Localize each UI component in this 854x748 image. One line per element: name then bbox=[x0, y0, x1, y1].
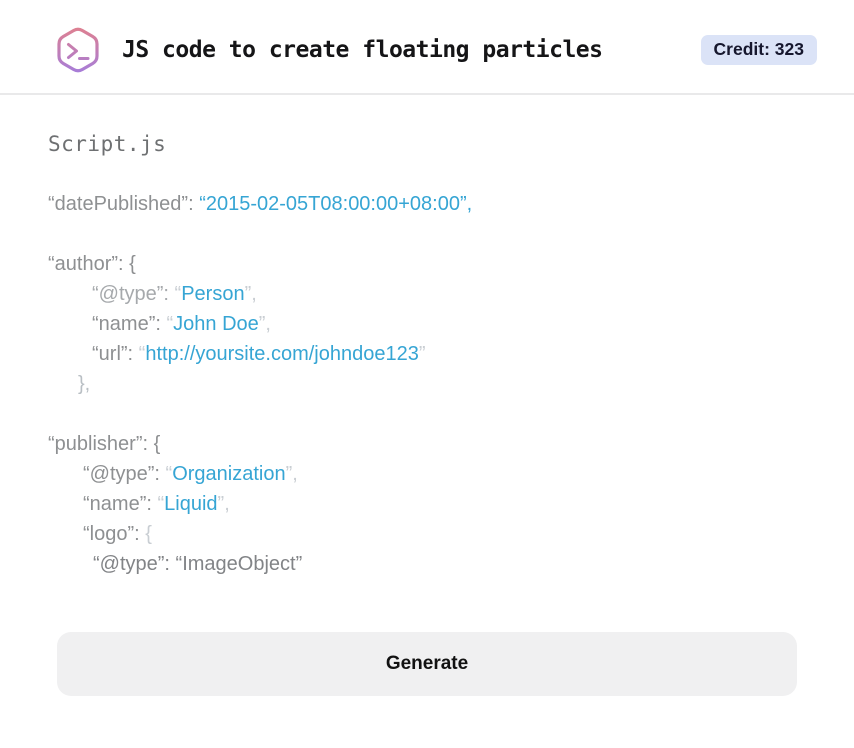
page-title: JS code to create floating particles bbox=[122, 36, 603, 63]
code-token: Person bbox=[181, 283, 245, 305]
code-token: ”, bbox=[244, 283, 257, 305]
code-line: “logo”: { bbox=[48, 519, 806, 549]
code-line: “name”: “Liquid”, bbox=[48, 489, 806, 519]
button-row: Generate bbox=[48, 579, 806, 696]
code-line: “url”: “http://yoursite.com/johndoe123” bbox=[48, 339, 806, 369]
code-token: John Doe bbox=[173, 313, 259, 335]
code-block: “datePublished”: “2015-02-05T08:00:00+08… bbox=[48, 189, 806, 579]
code-token: “author”: { bbox=[48, 253, 136, 275]
code-line: “datePublished”: “2015-02-05T08:00:00+08… bbox=[48, 189, 806, 219]
code-line: “author”: { bbox=[48, 249, 806, 279]
code-token: “name”: bbox=[92, 313, 167, 335]
script-filename: Script.js bbox=[48, 132, 167, 156]
code-token: ”, bbox=[285, 463, 298, 485]
code-token: “url”: bbox=[92, 343, 139, 365]
terminal-prompt-hexagon-icon bbox=[52, 24, 104, 76]
code-token: }, bbox=[78, 373, 91, 395]
code-token: “@type”: bbox=[92, 283, 175, 305]
code-token: “datePublished”: bbox=[48, 193, 200, 215]
code-token: ”, bbox=[217, 493, 230, 515]
code-token: “name”: bbox=[83, 493, 158, 515]
code-line: “@type”: “Organization”, bbox=[48, 459, 806, 489]
code-line: “@type”: “ImageObject” bbox=[48, 549, 806, 579]
code-token: “@type”: bbox=[83, 463, 166, 485]
code-token: “publisher”: { bbox=[48, 433, 161, 455]
code-line: }, bbox=[48, 369, 806, 399]
header: JS code to create floating particles Cre… bbox=[0, 0, 854, 95]
code-line: “name”: “John Doe”, bbox=[48, 309, 806, 339]
code-token: { bbox=[145, 523, 152, 545]
code-token: “@type”: “ImageObject” bbox=[93, 553, 303, 575]
generate-button[interactable]: Generate bbox=[57, 632, 797, 696]
code-token: “2015-02-05T08:00:00+08:00”, bbox=[199, 193, 473, 215]
credit-badge: Credit: 323 bbox=[700, 34, 817, 65]
code-token: “logo”: bbox=[83, 523, 146, 545]
code-token: ” bbox=[418, 343, 426, 365]
code-token: Liquid bbox=[164, 493, 218, 515]
code-token: Organization bbox=[172, 463, 286, 485]
code-line: “@type”: “Person”, bbox=[48, 279, 806, 309]
code-token: http://yoursite.com/johndoe123 bbox=[145, 343, 419, 365]
code-line: “publisher”: { bbox=[48, 429, 806, 459]
code-token: ”, bbox=[258, 313, 271, 335]
main-content: Script.js “datePublished”: “2015-02-05T0… bbox=[0, 95, 854, 696]
